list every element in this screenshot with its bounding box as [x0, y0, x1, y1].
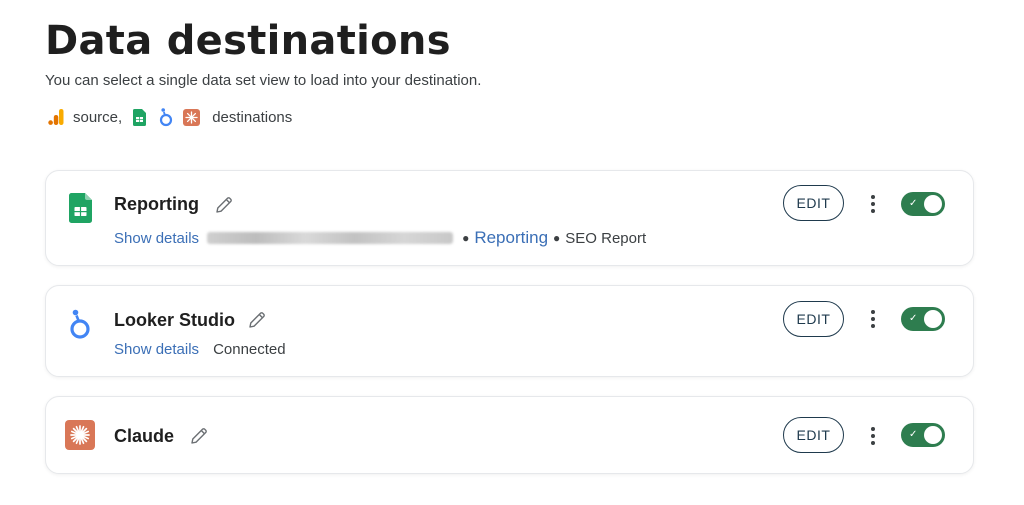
destination-details: Show details ● Reporting ● SEO Report: [114, 228, 646, 248]
reporting-link[interactable]: Reporting: [474, 228, 548, 248]
connection-status: Connected: [213, 341, 286, 358]
google-sheets-icon: [68, 193, 92, 223]
destination-card-looker-studio: Looker Studio Show details Connected EDI…: [45, 285, 974, 377]
destination-name: Reporting: [114, 194, 199, 214]
edit-button[interactable]: EDIT: [783, 301, 844, 337]
destination-details: Show details Connected: [114, 341, 286, 358]
report-name: SEO Report: [565, 229, 647, 247]
enable-toggle[interactable]: ✓: [901, 192, 945, 216]
pencil-icon[interactable]: [247, 310, 267, 335]
google-analytics-icon: [47, 107, 65, 127]
check-icon: ✓: [909, 313, 918, 324]
source-destinations-legend: source, destinations: [47, 107, 292, 127]
destination-name: Looker Studio: [114, 310, 235, 330]
more-vert-icon[interactable]: [866, 308, 880, 330]
legend-source-label: source,: [73, 108, 123, 126]
pencil-icon[interactable]: [189, 426, 209, 451]
check-icon: ✓: [909, 198, 918, 209]
legend-destinations-label: destinations: [212, 108, 293, 126]
show-details-link[interactable]: Show details: [114, 230, 199, 247]
redacted-account-email: [207, 232, 454, 244]
page-subtitle: You can select a single data set view to…: [45, 72, 482, 89]
toggle-knob: [924, 310, 942, 328]
toggle-knob: [924, 195, 942, 213]
separator-dot: ●: [553, 231, 561, 245]
separator-dot: ●: [462, 231, 470, 245]
edit-button[interactable]: EDIT: [783, 417, 844, 453]
enable-toggle[interactable]: ✓: [901, 307, 945, 331]
pencil-icon[interactable]: [214, 195, 234, 220]
page-title: Data destinations: [45, 18, 451, 64]
more-vert-icon[interactable]: [866, 193, 880, 215]
edit-button[interactable]: EDIT: [783, 185, 844, 221]
claude-icon: [65, 420, 95, 450]
google-sheets-icon: [132, 108, 146, 126]
more-vert-icon[interactable]: [866, 425, 880, 447]
looker-studio-icon: [68, 309, 92, 339]
destination-card-claude: Claude EDIT ✓: [45, 396, 974, 474]
show-details-link[interactable]: Show details: [114, 341, 199, 358]
destination-name: Claude: [114, 426, 175, 446]
enable-toggle[interactable]: ✓: [901, 423, 945, 447]
destination-card-reporting: Reporting Show details ● Reporting ● SEO…: [45, 170, 974, 266]
check-icon: ✓: [909, 429, 918, 440]
toggle-knob: [924, 426, 942, 444]
claude-icon: [182, 108, 200, 126]
looker-studio-icon: [158, 107, 174, 127]
